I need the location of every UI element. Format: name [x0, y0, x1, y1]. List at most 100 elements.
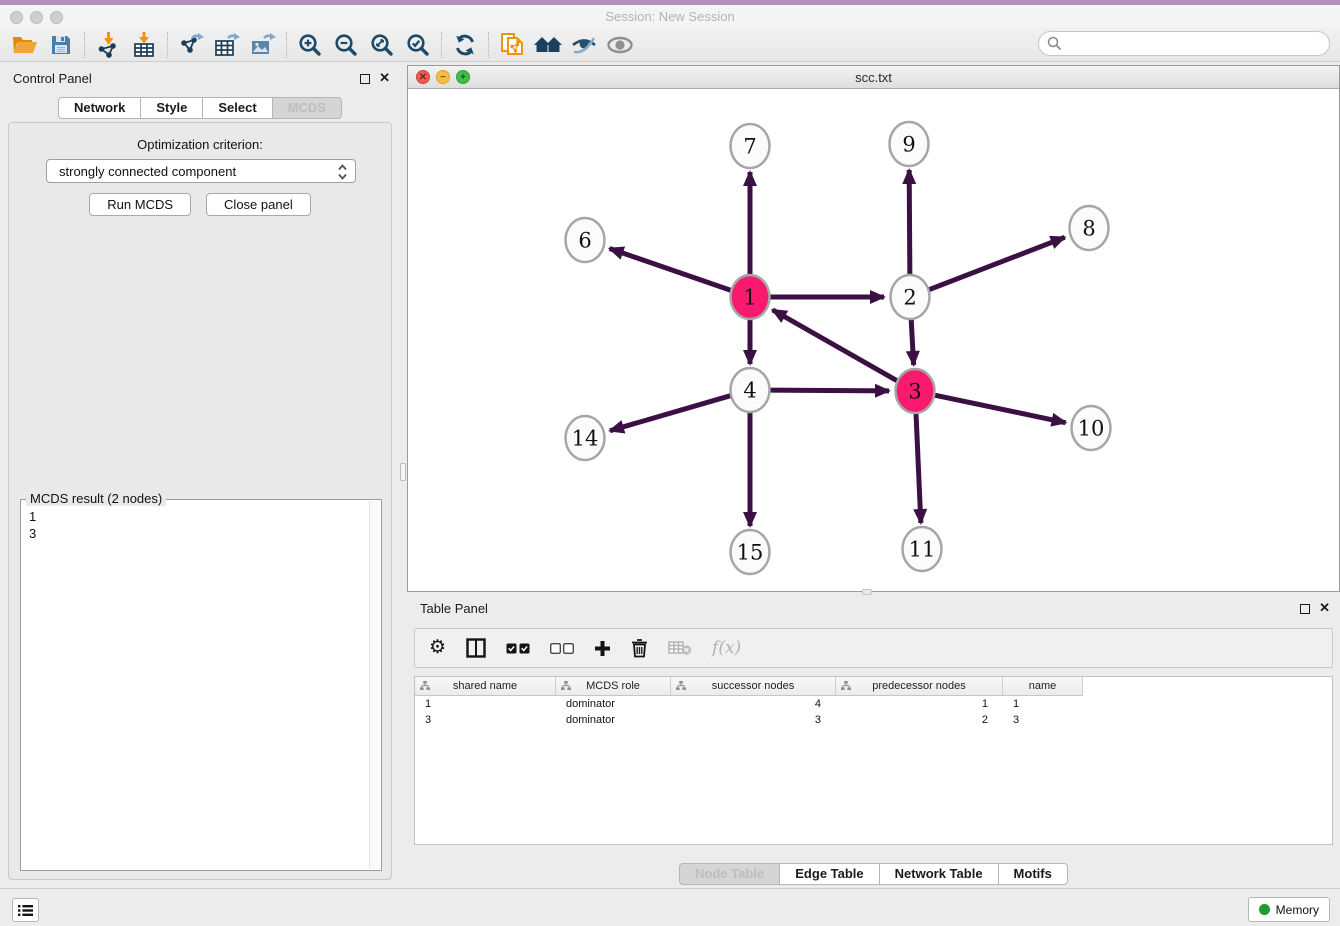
export-network-icon[interactable]: [176, 31, 206, 59]
mcds-result-list: 13: [29, 508, 36, 542]
table-cell: 1: [415, 696, 556, 712]
table-row[interactable]: 1dominator411: [415, 696, 1332, 712]
table-settings-gear-icon[interactable]: ⚙: [429, 635, 446, 661]
graph-node-3[interactable]: 3: [896, 369, 935, 413]
function-builder-icon[interactable]: f(x): [712, 635, 741, 661]
graph-node-1[interactable]: 1: [731, 275, 770, 319]
graph-edge-2-8[interactable]: [928, 237, 1065, 290]
memory-button[interactable]: Memory: [1248, 897, 1330, 922]
search-input[interactable]: [1038, 31, 1330, 56]
tab-style[interactable]: Style: [141, 97, 203, 119]
graph-node-8[interactable]: 8: [1070, 206, 1109, 250]
tab-network-table[interactable]: Network Table: [880, 863, 999, 885]
graph-edge-4-3[interactable]: [769, 390, 889, 391]
column-header-name[interactable]: name: [1003, 677, 1083, 696]
tab-network[interactable]: Network: [58, 97, 141, 119]
graph-edge-3-11[interactable]: [916, 410, 921, 523]
delete-column-trash-icon[interactable]: [631, 635, 648, 661]
column-header-successor-nodes[interactable]: successor nodes: [671, 677, 836, 696]
zoom-fit-icon[interactable]: [367, 31, 397, 59]
network-window: ✕ − + scc.txt 7 9 6 8 1 2 4 3 14 10 15 11: [407, 65, 1340, 592]
memory-status-dot-icon: [1259, 904, 1270, 915]
svg-text:10: 10: [1078, 417, 1105, 441]
graph-node-7[interactable]: 7: [731, 124, 770, 168]
table-cell: 1: [1003, 696, 1083, 712]
duplicate-network-icon[interactable]: [497, 31, 527, 59]
network-title: scc.txt: [408, 70, 1339, 85]
home-icon[interactable]: [533, 31, 563, 59]
tab-edge-table[interactable]: Edge Table: [780, 863, 879, 885]
svg-text:1: 1: [743, 286, 756, 310]
criterion-value: strongly connected component: [59, 164, 236, 179]
task-history-button[interactable]: [12, 898, 39, 922]
tab-motifs[interactable]: Motifs: [999, 863, 1068, 885]
toolbar-separator: [441, 32, 442, 58]
open-session-icon[interactable]: [10, 31, 40, 59]
graph-edge-4-14[interactable]: [610, 395, 732, 430]
select-stepper-icon: [337, 163, 348, 184]
graph-node-4[interactable]: 4: [731, 368, 770, 412]
table-row[interactable]: 3dominator323: [415, 712, 1332, 728]
close-panel-icon[interactable]: ✕: [1319, 600, 1330, 616]
float-panel-icon[interactable]: [360, 74, 370, 84]
graph-node-10[interactable]: 10: [1072, 406, 1111, 450]
hide-details-eye-icon[interactable]: [569, 31, 599, 59]
network-window-titlebar[interactable]: ✕ − + scc.txt: [408, 66, 1339, 89]
svg-text:7: 7: [743, 135, 756, 159]
optimization-criterion-label: Optimization criterion:: [9, 137, 391, 152]
export-image-icon[interactable]: [248, 31, 278, 59]
column-header-predecessor-nodes[interactable]: predecessor nodes: [836, 677, 1003, 696]
graph-edge-3-1[interactable]: [773, 310, 899, 382]
refresh-icon[interactable]: [450, 31, 480, 59]
table-toolbar: ⚙ f(x): [414, 628, 1333, 668]
run-mcds-button[interactable]: Run MCDS: [89, 193, 191, 216]
column-header-mcds-role[interactable]: MCDS role: [556, 677, 671, 696]
zoom-in-icon[interactable]: [295, 31, 325, 59]
result-scrollbar[interactable]: [369, 501, 380, 869]
tab-mcds[interactable]: MCDS: [273, 97, 342, 119]
graph-edge-1-6[interactable]: [610, 248, 732, 290]
delete-table-icon[interactable]: [668, 635, 692, 661]
column-header-shared-name[interactable]: shared name: [415, 677, 556, 696]
graph-edge-2-3[interactable]: [911, 316, 914, 365]
graph-node-15[interactable]: 15: [731, 530, 770, 574]
show-details-eye-icon[interactable]: [605, 31, 635, 59]
deselect-all-icon[interactable]: [550, 635, 574, 661]
mcds-result-line: 3: [29, 525, 36, 542]
save-session-icon[interactable]: [46, 31, 76, 59]
tab-select[interactable]: Select: [203, 97, 272, 119]
tab-node-table[interactable]: Node Table: [679, 863, 780, 885]
float-panel-icon[interactable]: [1300, 604, 1310, 614]
search-icon: [1047, 36, 1062, 51]
export-table-icon[interactable]: [212, 31, 242, 59]
network-canvas[interactable]: 7 9 6 8 1 2 4 3 14 10 15 11: [408, 89, 1339, 591]
graph-node-2[interactable]: 2: [891, 275, 930, 319]
graph-node-11[interactable]: 11: [903, 527, 942, 571]
svg-text:8: 8: [1082, 217, 1095, 241]
zoom-selected-icon[interactable]: [403, 31, 433, 59]
criterion-select[interactable]: strongly connected component: [46, 159, 356, 183]
close-panel-button[interactable]: Close panel: [206, 193, 311, 216]
graph-node-9[interactable]: 9: [890, 122, 929, 166]
table-header-row: shared nameMCDS rolesuccessor nodesprede…: [415, 677, 1332, 696]
panel-splitter-handle[interactable]: [400, 463, 406, 481]
import-network-icon[interactable]: [93, 31, 123, 59]
mcds-panel: Optimization criterion: strongly connect…: [8, 122, 392, 880]
graph-edge-3-10[interactable]: [934, 395, 1066, 423]
svg-text:9: 9: [902, 133, 915, 157]
add-column-icon[interactable]: [594, 635, 611, 661]
table-cell: 3: [415, 712, 556, 728]
import-table-icon[interactable]: [129, 31, 159, 59]
toolbar-separator: [488, 32, 489, 58]
table-cell: 1: [836, 696, 1003, 712]
graph-edge-2-9[interactable]: [909, 170, 910, 278]
select-all-icon[interactable]: [506, 635, 530, 661]
toolbar-separator: [286, 32, 287, 58]
graph-node-14[interactable]: 14: [566, 416, 605, 460]
close-panel-icon[interactable]: ✕: [379, 70, 390, 86]
table-cell: dominator: [556, 696, 671, 712]
zoom-out-icon[interactable]: [331, 31, 361, 59]
node-table: shared nameMCDS rolesuccessor nodesprede…: [414, 676, 1333, 845]
show-columns-icon[interactable]: [466, 635, 486, 661]
graph-node-6[interactable]: 6: [566, 218, 605, 262]
